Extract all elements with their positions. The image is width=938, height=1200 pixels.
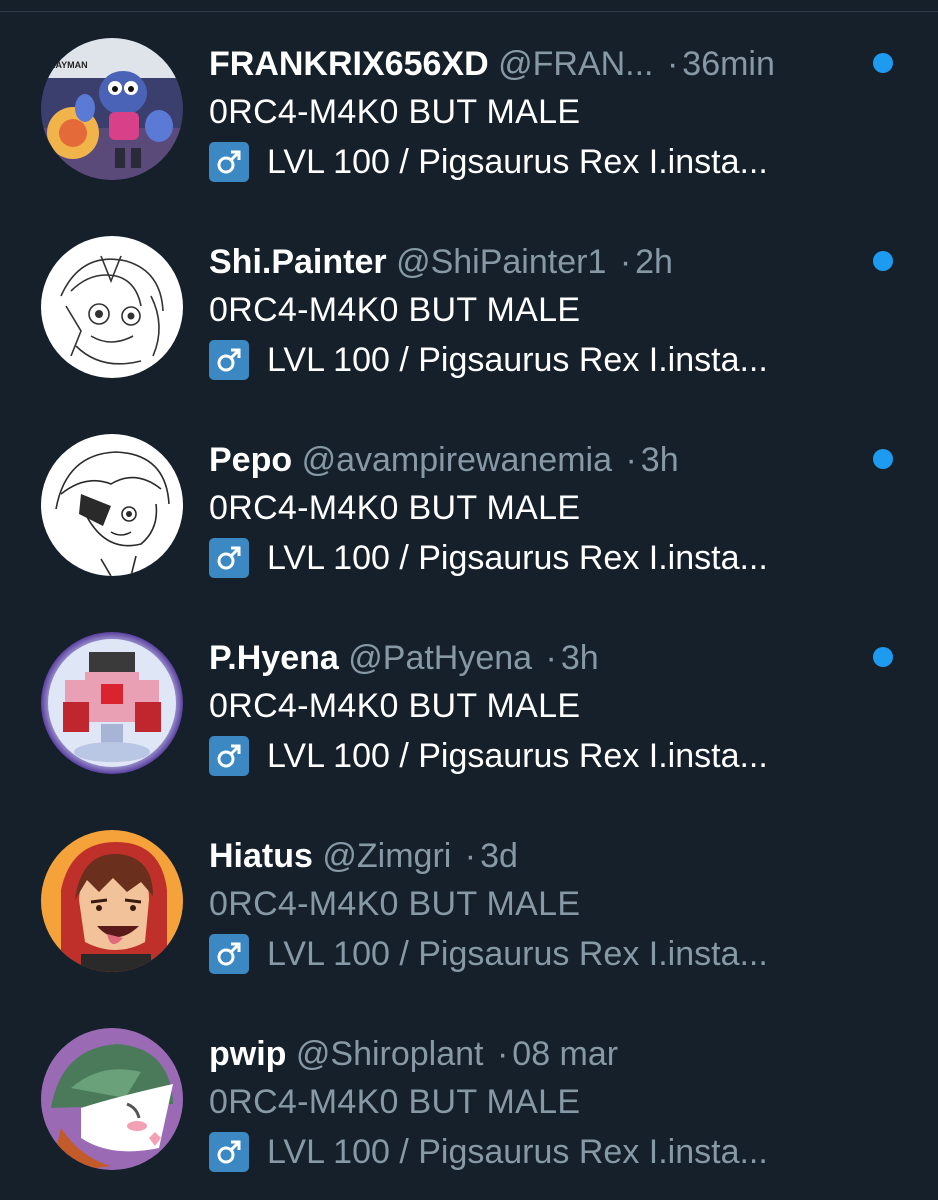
conversation-item[interactable]: Shi.Painter @ShiPainter1 · 2h 0RC4-M4K0 B… [0, 198, 938, 396]
conversation-item[interactable]: Pepo @avampirewanemia · 3h 0RC4-M4K0 BUT … [0, 396, 938, 594]
message-preview-line-1: 0RC4-M4K0 BUT MALE [209, 291, 581, 329]
timestamp: 2h [635, 243, 673, 281]
message-preview-line-2: LVL 100 / Pigsaurus Rex I.insta... [209, 334, 768, 386]
timestamp: 3d [480, 837, 518, 875]
message-preview-line-1: 0RC4-M4K0 BUT MALE [209, 1083, 581, 1121]
avatar[interactable] [41, 434, 183, 576]
message-preview-text: LVL 100 / Pigsaurus Rex I.insta... [267, 143, 768, 181]
avatar[interactable] [41, 1028, 183, 1170]
user-handle: @Zimgri [322, 837, 452, 875]
display-name[interactable]: P.Hyena [209, 639, 339, 677]
timestamp: 3h [560, 639, 599, 677]
separator: · [464, 837, 477, 875]
conversation-item[interactable]: RAYMAN FRANKRIX656XD @FRAN... · 36min 0RC… [0, 0, 938, 198]
avatar[interactable] [41, 830, 183, 972]
male-sign-icon [209, 340, 249, 380]
timestamp: 3h [640, 441, 679, 479]
message-preview-line-1: 0RC4-M4K0 BUT MALE [209, 489, 581, 527]
avatar[interactable]: RAYMAN [41, 38, 183, 180]
conversation-header: Pepo @avampirewanemia · 3h [209, 436, 679, 484]
unread-indicator [873, 449, 893, 469]
avatar-image [41, 1028, 183, 1170]
message-preview-text: LVL 100 / Pigsaurus Rex I.insta... [267, 1133, 768, 1171]
conversation-header: pwip @Shiroplant · 08 mar [209, 1030, 618, 1078]
timestamp: 36min [682, 45, 775, 83]
unread-indicator [873, 53, 893, 73]
unread-indicator [873, 251, 893, 271]
message-preview-text: LVL 100 / Pigsaurus Rex I.insta... [267, 341, 768, 379]
user-handle: @FRAN... [498, 45, 654, 83]
message-preview-line-2: LVL 100 / Pigsaurus Rex I.insta... [209, 928, 768, 980]
avatar-image [41, 632, 183, 774]
separator: · [545, 639, 557, 677]
separator: · [625, 441, 637, 479]
conversation-header: FRANKRIX656XD @FRAN... · 36min [209, 40, 775, 88]
separator: · [619, 243, 632, 281]
avatar-image [41, 830, 183, 972]
separator: · [666, 45, 679, 83]
male-sign-icon [209, 538, 249, 578]
message-preview-text: LVL 100 / Pigsaurus Rex I.insta... [267, 935, 768, 973]
avatar[interactable] [41, 236, 183, 378]
message-preview-text: LVL 100 / Pigsaurus Rex I.insta... [267, 737, 768, 775]
message-preview-line-2: LVL 100 / Pigsaurus Rex I.insta... [209, 532, 768, 584]
avatar-logo-text: RAYMAN [49, 60, 88, 70]
message-preview-text: LVL 100 / Pigsaurus Rex I.insta... [267, 539, 768, 577]
conversation-header: Hiatus @Zimgri · 3d [209, 832, 518, 880]
conversation-header: P.Hyena @PatHyena · 3h [209, 634, 599, 682]
separator: · [496, 1035, 509, 1073]
user-handle: @avampirewanemia [301, 441, 612, 479]
message-preview-line-1: 0RC4-M4K0 BUT MALE [209, 93, 581, 131]
display-name[interactable]: Hiatus [209, 837, 313, 875]
conversation-item[interactable]: P.Hyena @PatHyena · 3h 0RC4-M4K0 BUT MALE… [0, 594, 938, 792]
display-name[interactable]: Pepo [209, 441, 292, 479]
message-preview-line-2: LVL 100 / Pigsaurus Rex I.insta... [209, 136, 768, 188]
display-name[interactable]: pwip [209, 1035, 286, 1073]
unread-indicator [873, 647, 893, 667]
avatar-image [41, 434, 183, 576]
male-sign-icon [209, 934, 249, 974]
conversation-item[interactable]: pwip @Shiroplant · 08 mar 0RC4-M4K0 BUT M… [0, 990, 938, 1188]
display-name[interactable]: Shi.Painter [209, 243, 387, 281]
user-handle: @ShiPainter1 [396, 243, 607, 281]
avatar-image: RAYMAN [41, 38, 183, 180]
male-sign-icon [209, 1132, 249, 1172]
avatar-image [41, 236, 183, 378]
male-sign-icon [209, 736, 249, 776]
male-sign-icon [209, 142, 249, 182]
message-preview-line-2: LVL 100 / Pigsaurus Rex I.insta... [209, 730, 768, 782]
avatar[interactable] [41, 632, 183, 774]
timestamp: 08 mar [512, 1035, 619, 1073]
user-handle: @PatHyena [348, 639, 533, 677]
conversation-header: Shi.Painter @ShiPainter1 · 2h [209, 238, 673, 286]
message-preview-line-2: LVL 100 / Pigsaurus Rex I.insta... [209, 1126, 768, 1178]
display-name[interactable]: FRANKRIX656XD [209, 45, 489, 83]
message-preview-line-1: 0RC4-M4K0 BUT MALE [209, 687, 581, 725]
conversation-item[interactable]: Hiatus @Zimgri · 3d 0RC4-M4K0 BUT MALE LV… [0, 792, 938, 990]
message-preview-line-1: 0RC4-M4K0 BUT MALE [209, 885, 581, 923]
user-handle: @Shiroplant [295, 1035, 484, 1073]
